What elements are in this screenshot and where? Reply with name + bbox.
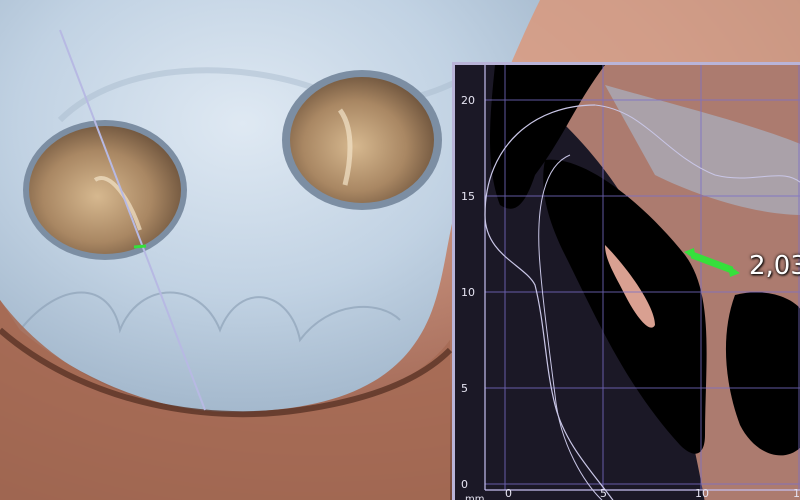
unit-label: mm <box>465 494 485 500</box>
y-tick-20: 20 <box>461 94 475 107</box>
y-tick-15: 15 <box>461 190 475 203</box>
cross-section-panel[interactable]: 20 15 10 5 0 0 5 10 15 mm 2,03 <box>452 62 800 500</box>
x-tick-10: 10 <box>695 487 709 500</box>
sleeve-hole-right[interactable] <box>290 77 434 203</box>
x-tick-15: 15 <box>793 487 800 500</box>
x-tick-0: 0 <box>505 487 512 500</box>
measurement-point-icon[interactable] <box>133 244 147 249</box>
y-tick-0: 0 <box>461 478 468 491</box>
implant-planning-screen: 20 15 10 5 0 0 5 10 15 mm 2,03 <box>0 0 800 500</box>
cross-section-plot <box>455 65 800 500</box>
y-tick-10: 10 <box>461 286 475 299</box>
measurement-value[interactable]: 2,03 <box>749 251 800 281</box>
x-tick-5: 5 <box>600 487 607 500</box>
y-tick-5: 5 <box>461 382 468 395</box>
